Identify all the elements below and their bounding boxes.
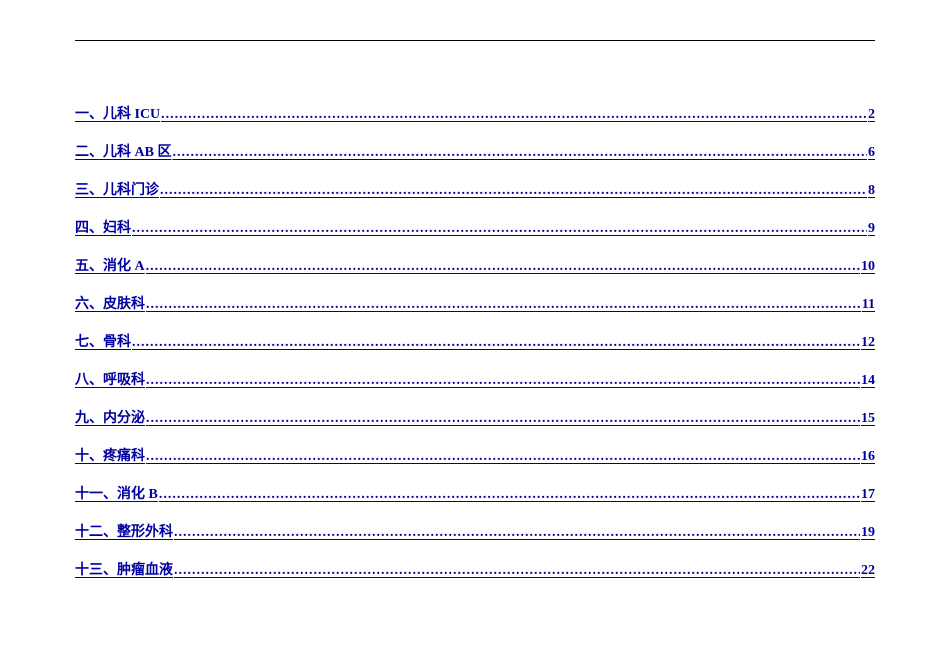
page-container: 一、儿科 ICU 2 二、儿科 AB 区 6 三、儿科门诊 8 四、妇科 9 五…: [0, 0, 950, 579]
toc-entry[interactable]: 十、疼痛科 16: [75, 445, 875, 465]
toc-entry-label: 四、妇科: [75, 217, 131, 237]
toc-leader-dots: [146, 259, 860, 275]
toc-entry-label: 十二、整形外科: [75, 521, 173, 541]
toc-entry-page: 14: [861, 373, 875, 389]
toc-entry-page: 8: [868, 183, 875, 199]
toc-entry-label: 一、儿科 ICU: [75, 103, 160, 123]
toc-leader-dots: [160, 183, 867, 199]
toc-entry-label: 七、骨科: [75, 331, 131, 351]
toc-entry[interactable]: 七、骨科 12: [75, 331, 875, 351]
toc-leader-dots: [146, 449, 860, 465]
toc-entry[interactable]: 六、皮肤科 11: [75, 293, 875, 313]
toc-entry-label: 十、疼痛科: [75, 445, 145, 465]
header-rule: [75, 40, 875, 41]
toc-leader-dots: [132, 221, 867, 237]
toc-entry-page: 12: [861, 335, 875, 351]
toc-entry[interactable]: 九、内分泌 15: [75, 407, 875, 427]
toc-entry[interactable]: 三、儿科门诊 8: [75, 179, 875, 199]
toc-entry-label: 六、皮肤科: [75, 293, 145, 313]
toc-leader-dots: [146, 297, 861, 313]
toc-entry[interactable]: 二、儿科 AB 区 6: [75, 141, 875, 161]
toc-entry-label: 三、儿科门诊: [75, 179, 159, 199]
toc-leader-dots: [174, 563, 860, 579]
toc-entry[interactable]: 一、儿科 ICU 2: [75, 103, 875, 123]
toc-leader-dots: [159, 487, 860, 503]
table-of-contents: 一、儿科 ICU 2 二、儿科 AB 区 6 三、儿科门诊 8 四、妇科 9 五…: [75, 103, 875, 579]
toc-entry-page: 22: [861, 563, 875, 579]
toc-leader-dots: [172, 145, 867, 161]
toc-leader-dots: [132, 335, 860, 351]
toc-entry-label: 十三、肿瘤血液: [75, 559, 173, 579]
toc-entry-label: 八、呼吸科: [75, 369, 145, 389]
toc-leader-dots: [146, 373, 860, 389]
toc-leader-dots: [146, 411, 860, 427]
toc-entry[interactable]: 十一、消化 B 17: [75, 483, 875, 503]
toc-entry-page: 19: [861, 525, 875, 541]
toc-entry[interactable]: 十二、整形外科 19: [75, 521, 875, 541]
toc-entry-label: 五、消化 A: [75, 255, 145, 275]
toc-entry[interactable]: 五、消化 A 10: [75, 255, 875, 275]
toc-entry-page: 15: [861, 411, 875, 427]
toc-leader-dots: [161, 107, 867, 123]
toc-entry-label: 二、儿科 AB 区: [75, 141, 171, 161]
toc-entry[interactable]: 八、呼吸科 14: [75, 369, 875, 389]
toc-entry[interactable]: 十三、肿瘤血液 22: [75, 559, 875, 579]
toc-entry-label: 十一、消化 B: [75, 483, 158, 503]
toc-entry-page: 17: [861, 487, 875, 503]
toc-entry-label: 九、内分泌: [75, 407, 145, 427]
toc-entry-page: 11: [862, 297, 875, 313]
toc-entry-page: 16: [861, 449, 875, 465]
toc-entry-page: 6: [868, 145, 875, 161]
toc-entry-page: 2: [868, 107, 875, 123]
toc-entry[interactable]: 四、妇科 9: [75, 217, 875, 237]
toc-leader-dots: [174, 525, 860, 541]
toc-entry-page: 9: [868, 221, 875, 237]
toc-entry-page: 10: [861, 259, 875, 275]
